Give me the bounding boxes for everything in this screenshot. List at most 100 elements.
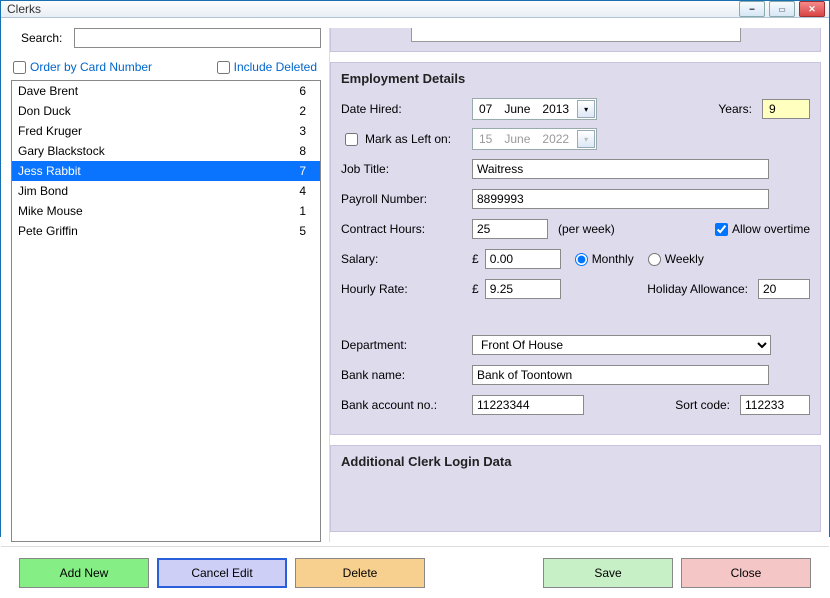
content: Search: Order by Card Number Include Del… — [1, 18, 829, 598]
details-scroll[interactable]: Employment Details Date Hired: 07 June 2… — [330, 28, 825, 542]
main-area: Search: Order by Card Number Include Del… — [1, 18, 829, 546]
search-input[interactable] — [74, 28, 321, 48]
weekly-radio-input[interactable] — [648, 253, 661, 266]
payroll-label: Payroll Number: — [341, 192, 466, 206]
date-left-day: 15 — [475, 132, 500, 146]
clerk-number: 6 — [299, 83, 306, 99]
department-label: Department: — [341, 338, 466, 352]
prev-section-tail — [330, 28, 821, 52]
include-deleted-checkbox[interactable]: Include Deleted — [217, 60, 317, 74]
salary-row: Salary: £ Monthly Weekly — [341, 246, 810, 272]
allow-overtime-checkbox[interactable]: Allow overtime — [715, 222, 810, 236]
delete-button[interactable]: Delete — [295, 558, 425, 588]
hourly-rate-input[interactable] — [485, 279, 561, 299]
date-left-picker[interactable]: 15 June 2022 ▾ — [472, 128, 597, 150]
clerk-number: 7 — [299, 163, 306, 179]
mark-left-label: Mark as Left on: — [365, 132, 451, 146]
date-hired-row: Date Hired: 07 June 2013 ▾ Years: 9 — [341, 96, 810, 122]
clerk-number: 2 — [299, 103, 306, 119]
cancel-edit-button[interactable]: Cancel Edit — [157, 558, 287, 588]
bank-account-row: Bank account no.: Sort code: — [341, 392, 810, 418]
contract-hours-input[interactable] — [472, 219, 548, 239]
search-row: Search: — [11, 28, 321, 48]
list-item[interactable]: Pete Griffin 5 — [12, 221, 320, 241]
contract-hours-row: Contract Hours: (per week) Allow overtim… — [341, 216, 810, 242]
department-row: Department: Front Of House — [341, 332, 810, 358]
list-item[interactable]: Fred Kruger 3 — [12, 121, 320, 141]
window-controls: ━ ▭ ✕ — [739, 1, 825, 17]
include-deleted-input[interactable] — [217, 61, 230, 74]
monthly-radio-input[interactable] — [575, 253, 588, 266]
clerk-number: 3 — [299, 123, 306, 139]
date-left-dropdown-icon[interactable]: ▾ — [577, 130, 595, 148]
bank-name-row: Bank name: — [341, 362, 810, 388]
minimize-button[interactable]: ━ — [739, 1, 765, 17]
order-by-card-checkbox[interactable]: Order by Card Number — [13, 60, 152, 74]
job-title-row: Job Title: — [341, 156, 810, 182]
add-new-button[interactable]: Add New — [19, 558, 149, 588]
employment-section: Employment Details Date Hired: 07 June 2… — [330, 62, 821, 435]
clerk-list[interactable]: Dave Brent 6 Don Duck 2 Fred Kruger 3 Gary Bla… — [11, 80, 321, 542]
department-select[interactable]: Front Of House — [472, 335, 771, 355]
clerk-name: Jim Bond — [18, 183, 68, 199]
list-item[interactable]: Jim Bond4 — [12, 181, 320, 201]
window-title: Clerks — [7, 2, 739, 16]
employment-heading: Employment Details — [341, 71, 810, 86]
left-pane: Search: Order by Card Number Include Del… — [11, 28, 321, 542]
salary-label: Salary: — [341, 252, 466, 266]
order-by-card-label: Order by Card Number — [30, 60, 152, 74]
years-value: 9 — [762, 99, 810, 119]
clerk-name: Pete Griffin — [18, 223, 78, 239]
mark-left-checkbox[interactable] — [345, 133, 358, 146]
payroll-input[interactable] — [472, 189, 769, 209]
hourly-rate-row: Hourly Rate: £ Holiday Allowance: — [341, 276, 810, 302]
clerk-name: Gary Blackstock — [18, 143, 105, 159]
mark-left-row: Mark as Left on: 15 June 2022 ▾ — [341, 126, 810, 152]
titlebar: Clerks ━ ▭ ✕ — [1, 1, 829, 18]
holiday-allowance-label: Holiday Allowance: — [647, 282, 748, 296]
monthly-label: Monthly — [592, 252, 634, 266]
footer: Add New Cancel Edit Delete Save Close — [1, 546, 829, 598]
weekly-label: Weekly — [665, 252, 704, 266]
date-hired-dropdown-icon[interactable]: ▾ — [577, 100, 595, 118]
list-item[interactable]: Jess Rabbit7 — [12, 161, 320, 181]
hourly-rate-label: Hourly Rate: — [341, 282, 466, 296]
save-button[interactable]: Save — [543, 558, 673, 588]
holiday-allowance-input[interactable] — [758, 279, 810, 299]
clerk-number: 5 — [299, 223, 306, 239]
prev-section-field — [411, 28, 741, 42]
date-hired-picker[interactable]: 07 June 2013 ▾ — [472, 98, 597, 120]
clerk-name: Don Duck — [18, 103, 71, 119]
bank-name-input[interactable] — [472, 365, 769, 385]
date-hired-year: 2013 — [538, 102, 577, 116]
clerk-name: Fred Kruger — [18, 123, 82, 139]
payroll-row: Payroll Number: — [341, 186, 810, 212]
clerk-name: Mike Mouse — [18, 203, 83, 219]
weekly-radio[interactable]: Weekly — [648, 252, 704, 266]
close-button[interactable]: Close — [681, 558, 811, 588]
clerk-name: Dave Brent — [18, 83, 78, 99]
filter-row: Order by Card Number Include Deleted — [11, 60, 321, 80]
date-hired-day: 07 — [475, 102, 500, 116]
list-item[interactable]: Don Duck 2 — [12, 101, 320, 121]
search-label: Search: — [21, 31, 62, 45]
job-title-input[interactable] — [472, 159, 769, 179]
bank-account-input[interactable] — [472, 395, 584, 415]
date-hired-label: Date Hired: — [341, 102, 466, 116]
list-item[interactable]: Dave Brent 6 — [12, 81, 320, 101]
contract-hours-label: Contract Hours: — [341, 222, 466, 236]
close-window-button[interactable]: ✕ — [799, 1, 825, 17]
order-by-card-input[interactable] — [13, 61, 26, 74]
allow-overtime-label: Allow overtime — [732, 222, 810, 236]
sort-code-input[interactable] — [740, 395, 810, 415]
list-item[interactable]: Mike Mouse 1 — [12, 201, 320, 221]
monthly-radio[interactable]: Monthly — [575, 252, 634, 266]
maximize-button[interactable]: ▭ — [769, 1, 795, 17]
clerk-number: 1 — [299, 203, 306, 219]
allow-overtime-input[interactable] — [715, 223, 728, 236]
salary-input[interactable] — [485, 249, 561, 269]
list-item[interactable]: Gary Blackstock8 — [12, 141, 320, 161]
include-deleted-label: Include Deleted — [234, 60, 317, 74]
date-left-month: June — [500, 132, 538, 146]
date-hired-month: June — [500, 102, 538, 116]
